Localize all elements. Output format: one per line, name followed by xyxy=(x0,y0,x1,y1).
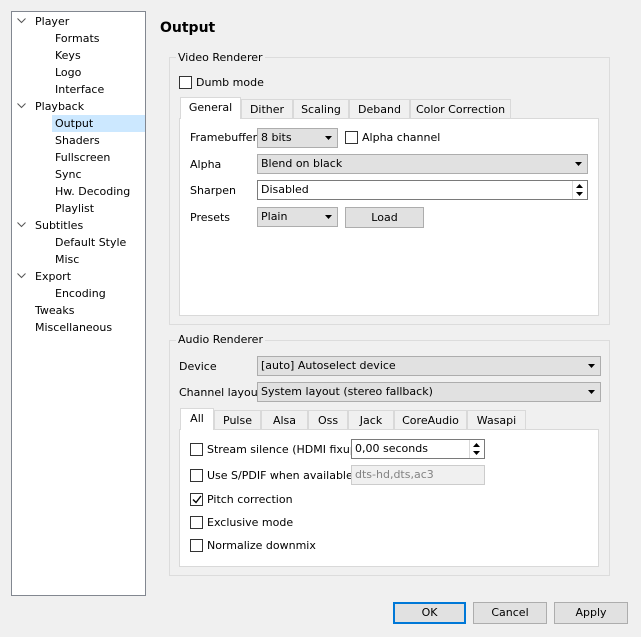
chevron-down-icon[interactable] xyxy=(15,217,29,234)
tree-item-interface[interactable]: Interface xyxy=(52,81,107,98)
chevron-down-icon xyxy=(575,162,582,166)
settings-tree[interactable]: Player Formats Keys Logo Interface Playb… xyxy=(11,11,146,596)
chevron-down-icon xyxy=(325,136,332,140)
device-select[interactable]: [auto] Autoselect device xyxy=(257,356,601,376)
exclusive-mode-checkbox[interactable] xyxy=(190,516,203,529)
chevron-up-icon[interactable] xyxy=(473,443,480,447)
pitch-correction-checkbox[interactable] xyxy=(190,493,203,506)
ok-button[interactable]: OK xyxy=(393,602,466,624)
exclusive-mode-label: Exclusive mode xyxy=(207,516,294,529)
chevron-down-icon xyxy=(588,390,595,394)
chevron-down-icon[interactable] xyxy=(576,192,583,196)
channel-layout-value: System layout (stereo fallback) xyxy=(261,385,433,398)
presets-label: Presets xyxy=(190,211,231,224)
stream-silence-checkbox[interactable] xyxy=(190,443,203,456)
tree-item-keys[interactable]: Keys xyxy=(52,47,84,64)
tree-item-tweaks[interactable]: Tweaks xyxy=(32,302,78,319)
apply-button[interactable]: Apply xyxy=(554,602,628,624)
sharpen-value: Disabled xyxy=(261,183,309,196)
channel-layout-label: Channel layout xyxy=(179,386,262,399)
device-label: Device xyxy=(179,360,217,373)
presets-value: Plain xyxy=(261,210,288,223)
tree-item-output[interactable]: Output xyxy=(52,115,145,132)
tree-item-player[interactable]: Player xyxy=(32,13,72,30)
chevron-down-icon xyxy=(325,215,332,219)
channel-layout-select[interactable]: System layout (stereo fallback) xyxy=(257,382,601,402)
tree-item-logo[interactable]: Logo xyxy=(52,64,84,81)
framebuffer-select[interactable]: 8 bits xyxy=(257,128,338,148)
tab-general[interactable]: General xyxy=(180,97,241,119)
page-title: Output xyxy=(160,20,216,36)
normalize-downmix-checkbox[interactable] xyxy=(190,539,203,552)
tab-scaling[interactable]: Scaling xyxy=(293,99,349,119)
chevron-down-icon[interactable] xyxy=(473,451,480,455)
alpha-channel-checkbox[interactable] xyxy=(345,131,358,144)
stream-silence-spinbox[interactable]: 0,00 seconds xyxy=(351,439,485,459)
sharpen-label: Sharpen xyxy=(190,184,236,197)
dumb-mode-label: Dumb mode xyxy=(196,76,264,89)
tree-item-subtitles[interactable]: Subtitles xyxy=(32,217,86,234)
chevron-down-icon[interactable] xyxy=(15,98,29,115)
alpha-select[interactable]: Blend on black xyxy=(257,154,588,174)
tree-item-export[interactable]: Export xyxy=(32,268,74,285)
tab-color-correction[interactable]: Color Correction xyxy=(410,99,511,119)
audio-renderer-label: Audio Renderer xyxy=(176,333,265,347)
spdif-label: Use S/PDIF when available xyxy=(207,469,353,482)
tab-jack[interactable]: Jack xyxy=(348,410,394,430)
tree-item-formats[interactable]: Formats xyxy=(52,30,103,47)
sharpen-spinbox[interactable]: Disabled xyxy=(257,180,588,200)
tree-item-misc[interactable]: Misc xyxy=(52,251,82,268)
chevron-down-icon[interactable] xyxy=(15,268,29,285)
tree-item-miscellaneous[interactable]: Miscellaneous xyxy=(32,319,115,336)
tab-all[interactable]: All xyxy=(180,408,214,430)
stream-silence-value: 0,00 seconds xyxy=(355,442,428,455)
spdif-checkbox[interactable] xyxy=(190,469,203,482)
cancel-button[interactable]: Cancel xyxy=(473,602,547,624)
tree-item-shaders[interactable]: Shaders xyxy=(52,132,103,149)
tree-item-sync[interactable]: Sync xyxy=(52,166,85,183)
tab-pulse[interactable]: Pulse xyxy=(214,410,261,430)
normalize-downmix-label: Normalize downmix xyxy=(207,539,316,552)
tree-item-playlist[interactable]: Playlist xyxy=(52,200,97,217)
checkmark-icon xyxy=(192,495,202,504)
dumb-mode-checkbox[interactable] xyxy=(179,76,192,89)
tab-alsa[interactable]: Alsa xyxy=(261,410,308,430)
presets-select[interactable]: Plain xyxy=(257,207,338,227)
pitch-correction-label: Pitch correction xyxy=(207,493,293,506)
alpha-label: Alpha xyxy=(190,158,222,171)
tab-oss[interactable]: Oss xyxy=(308,410,348,430)
framebuffer-value: 8 bits xyxy=(261,131,292,144)
tab-coreaudio[interactable]: CoreAudio xyxy=(394,410,467,430)
tab-dither[interactable]: Dither xyxy=(241,99,293,119)
alpha-value: Blend on black xyxy=(261,157,343,170)
spin-buttons[interactable] xyxy=(572,181,587,199)
tree-item-encoding[interactable]: Encoding xyxy=(52,285,109,302)
chevron-down-icon xyxy=(588,364,595,368)
spin-buttons[interactable] xyxy=(469,440,484,458)
spdif-codecs-field: dts-hd,dts,ac3 xyxy=(351,465,485,485)
tree-item-default-style[interactable]: Default Style xyxy=(52,234,129,251)
tree-item-fullscreen[interactable]: Fullscreen xyxy=(52,149,113,166)
framebuffer-label: Framebuffer xyxy=(190,131,258,144)
alpha-channel-label: Alpha channel xyxy=(362,131,441,144)
load-button[interactable]: Load xyxy=(345,207,424,228)
stream-silence-label: Stream silence (HDMI fixup) xyxy=(207,443,362,456)
device-value: [auto] Autoselect device xyxy=(261,359,396,372)
chevron-up-icon[interactable] xyxy=(576,184,583,188)
chevron-down-icon[interactable] xyxy=(15,13,29,30)
video-renderer-label: Video Renderer xyxy=(176,51,265,65)
tab-wasapi[interactable]: Wasapi xyxy=(467,410,526,430)
tree-item-playback[interactable]: Playback xyxy=(32,98,87,115)
tree-item-hw-decoding[interactable]: Hw. Decoding xyxy=(52,183,133,200)
tab-deband[interactable]: Deband xyxy=(349,99,410,119)
